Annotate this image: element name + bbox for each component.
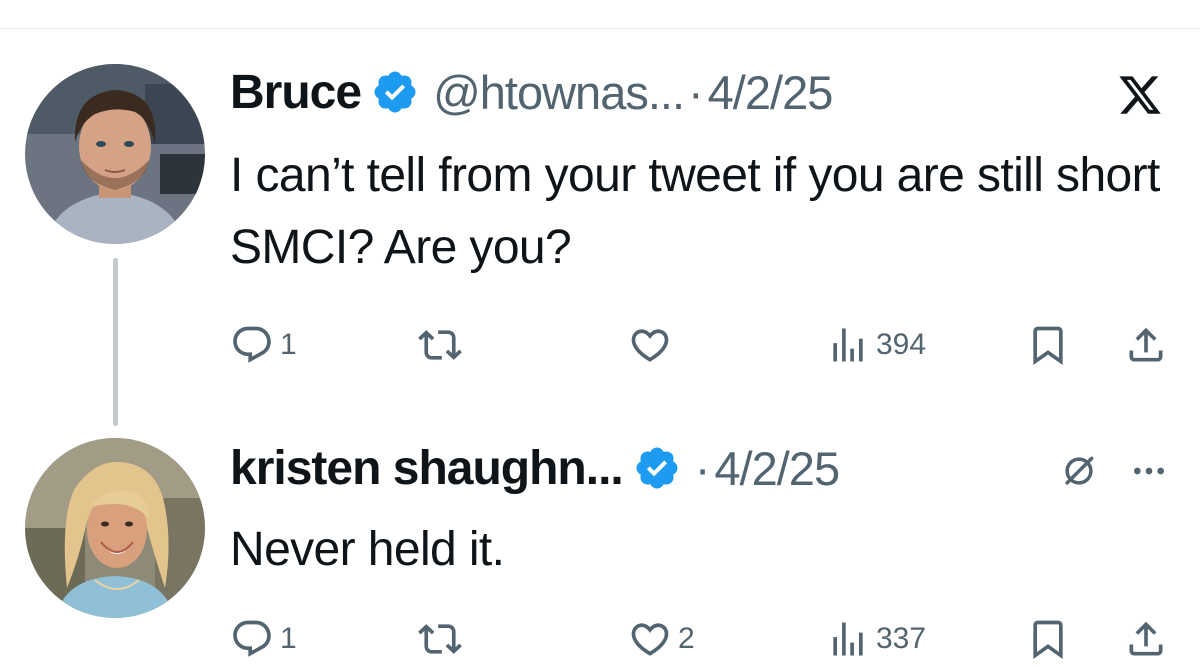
reply-icon xyxy=(233,620,271,657)
verified-badge-icon xyxy=(633,444,681,492)
heart-icon xyxy=(631,329,669,362)
avatar[interactable] xyxy=(25,438,205,618)
tweet-kristen[interactable]: kristen shaughn... · 4/2/25 Never held i… xyxy=(0,400,1200,669)
like-button[interactable]: 2 xyxy=(628,614,695,664)
repost-icon xyxy=(418,330,462,360)
repost-button[interactable] xyxy=(418,614,462,664)
bookmark-button[interactable] xyxy=(1026,320,1070,370)
separator-dot: · xyxy=(688,65,704,119)
bookmark-icon xyxy=(1033,620,1063,660)
author-name[interactable]: kristen shaughn... xyxy=(230,441,624,496)
man-portrait-avatar xyxy=(25,64,205,244)
tweet-actions: 1 394 xyxy=(0,320,1200,370)
bookmark-icon xyxy=(1033,326,1063,366)
views-count: 394 xyxy=(876,328,927,361)
views-chart-icon xyxy=(833,328,863,362)
reply-count: 1 xyxy=(280,622,297,655)
reply-icon xyxy=(233,326,271,363)
author-name[interactable]: Bruce xyxy=(230,65,362,120)
share-icon xyxy=(1129,621,1163,656)
repost-button[interactable] xyxy=(418,320,462,370)
like-button[interactable] xyxy=(628,320,678,370)
avatar[interactable] xyxy=(25,64,205,244)
views-chart-icon xyxy=(833,622,863,656)
like-count: 2 xyxy=(678,622,695,655)
share-button[interactable] xyxy=(1124,614,1168,664)
separator-dot: · xyxy=(694,441,711,495)
tweet-date[interactable]: 4/2/25 xyxy=(714,441,840,496)
share-button[interactable] xyxy=(1124,320,1168,370)
tweet-actions: 1 2 337 xyxy=(0,614,1200,664)
tweet-text: Never held it. xyxy=(230,523,505,576)
reply-count: 1 xyxy=(280,328,297,361)
x-logo-icon[interactable] xyxy=(1112,70,1168,120)
tweet-date[interactable]: 4/2/25 xyxy=(708,65,834,120)
tweet-header: Bruce @htownas... · 4/2/25 xyxy=(230,62,834,122)
more-icon[interactable] xyxy=(1124,446,1174,496)
views-button[interactable]: 394 xyxy=(826,320,926,370)
grok-icon[interactable] xyxy=(1054,446,1104,496)
reply-button[interactable]: 1 xyxy=(230,614,297,664)
heart-icon xyxy=(631,623,669,656)
tweet-bruce[interactable]: Bruce @htownas... · 4/2/25 I can’t tell … xyxy=(0,0,1200,400)
tweet-text: I can’t tell from your tweet if you are … xyxy=(230,149,1160,274)
repost-icon xyxy=(418,624,462,654)
tweet-header: kristen shaughn... · 4/2/25 xyxy=(230,438,840,498)
views-button[interactable]: 337 xyxy=(826,614,926,664)
bookmark-button[interactable] xyxy=(1026,614,1070,664)
views-count: 337 xyxy=(876,622,927,655)
woman-portrait-avatar xyxy=(25,438,205,618)
verified-badge-icon xyxy=(371,68,419,116)
author-handle[interactable]: @htownas... xyxy=(433,65,685,120)
reply-button[interactable]: 1 xyxy=(230,320,297,370)
share-icon xyxy=(1129,327,1163,362)
